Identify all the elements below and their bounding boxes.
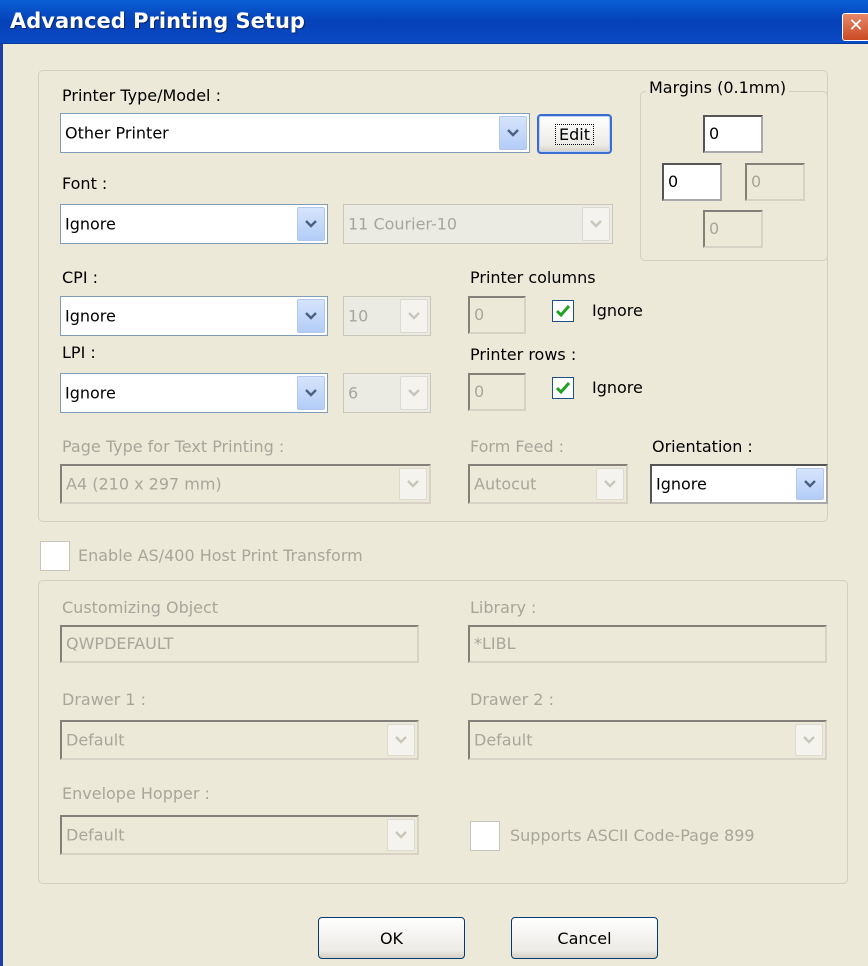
orientation-value: Ignore xyxy=(656,474,707,494)
rows-ignore-checkbox[interactable] xyxy=(552,377,574,399)
drawer1-value: Default xyxy=(66,730,125,750)
cpi-detail-value: 10 xyxy=(348,306,369,326)
form-feed-select: Autocut xyxy=(468,464,628,504)
lpi-detail-value: 6 xyxy=(348,383,359,403)
cpi-select[interactable]: Ignore xyxy=(60,296,328,336)
printer-columns-input: 0 xyxy=(468,296,526,334)
drawer2-select: Default xyxy=(468,720,827,760)
font-detail-value: 11 Courier-10 xyxy=(348,214,458,234)
orientation-select[interactable]: Ignore xyxy=(650,464,828,504)
columns-ignore-checkbox[interactable] xyxy=(552,300,574,322)
library-input: *LIBL xyxy=(468,625,827,663)
enable-as400-label[interactable]: Enable AS/400 Host Print Transform xyxy=(78,546,363,565)
chevron-down-icon xyxy=(596,468,624,500)
drawer2-label: Drawer 2 : xyxy=(470,690,554,709)
envelope-hopper-value: Default xyxy=(66,825,125,845)
form-feed-label: Form Feed : xyxy=(470,437,565,456)
check-icon xyxy=(555,305,571,318)
printer-type-select[interactable]: Other Printer xyxy=(60,113,530,153)
chevron-down-icon xyxy=(582,207,610,241)
drawer1-label: Drawer 1 : xyxy=(62,690,146,709)
ok-button[interactable]: OK xyxy=(318,917,465,959)
drawer2-value: Default xyxy=(474,730,533,750)
form-feed-value: Autocut xyxy=(474,474,537,494)
chevron-down-icon xyxy=(387,724,415,756)
font-label: Font : xyxy=(62,174,108,193)
page-type-label: Page Type for Text Printing : xyxy=(62,437,285,456)
close-icon: ✕ xyxy=(848,15,864,36)
cpi-label: CPI : xyxy=(62,268,99,287)
cancel-button[interactable]: Cancel xyxy=(511,917,658,959)
margin-left-input[interactable]: 0 xyxy=(662,163,722,201)
printer-type-value: Other Printer xyxy=(65,123,169,143)
printer-rows-input: 0 xyxy=(468,373,526,411)
ascii-codepage-checkbox[interactable] xyxy=(470,821,500,851)
chevron-down-icon[interactable] xyxy=(499,116,527,150)
lpi-value: Ignore xyxy=(65,383,116,403)
rows-ignore-label[interactable]: Ignore xyxy=(592,378,643,397)
drawer1-select: Default xyxy=(60,720,419,760)
font-select[interactable]: Ignore xyxy=(60,204,328,244)
chevron-down-icon[interactable] xyxy=(796,468,824,500)
edit-label: Edit xyxy=(555,123,594,145)
enable-as400-checkbox[interactable] xyxy=(40,541,70,571)
cancel-label: Cancel xyxy=(557,928,612,948)
edit-printer-button[interactable]: Edit xyxy=(537,114,612,154)
customizing-object-input: QWPDEFAULT xyxy=(60,625,419,663)
chevron-down-icon xyxy=(795,724,823,756)
library-label: Library : xyxy=(470,598,537,617)
envelope-hopper-label: Envelope Hopper : xyxy=(62,784,210,803)
lpi-label: LPI : xyxy=(62,343,96,362)
cpi-detail-select: 10 xyxy=(343,296,431,336)
page-type-select: A4 (210 x 297 mm) xyxy=(60,464,431,504)
printer-columns-label: Printer columns xyxy=(470,268,596,287)
lpi-detail-select: 6 xyxy=(343,373,431,413)
orientation-label: Orientation : xyxy=(652,437,753,456)
chevron-down-icon[interactable] xyxy=(297,299,325,333)
check-icon xyxy=(555,382,571,395)
window-frame xyxy=(0,44,3,966)
ok-label: OK xyxy=(379,928,404,948)
columns-ignore-label[interactable]: Ignore xyxy=(592,301,643,320)
envelope-hopper-select: Default xyxy=(60,815,419,855)
close-button[interactable]: ✕ xyxy=(842,13,868,41)
chevron-down-icon xyxy=(400,376,428,410)
font-value: Ignore xyxy=(65,214,116,234)
margin-top-input[interactable]: 0 xyxy=(703,115,763,153)
printer-rows-label: Printer rows : xyxy=(470,345,577,364)
chevron-down-icon[interactable] xyxy=(297,207,325,241)
cpi-value: Ignore xyxy=(65,306,116,326)
window-title: Advanced Printing Setup xyxy=(10,9,305,33)
font-detail-select: 11 Courier-10 xyxy=(343,204,613,244)
page-type-value: A4 (210 x 297 mm) xyxy=(66,474,222,494)
chevron-down-icon[interactable] xyxy=(297,376,325,410)
chevron-down-icon xyxy=(400,299,428,333)
customizing-object-label: Customizing Object xyxy=(62,598,219,617)
title-bar: Advanced Printing Setup xyxy=(0,0,868,44)
chevron-down-icon xyxy=(399,468,427,500)
margin-bottom-input: 0 xyxy=(703,210,763,248)
chevron-down-icon xyxy=(387,819,415,851)
ascii-codepage-label[interactable]: Supports ASCII Code-Page 899 xyxy=(510,826,755,845)
margins-legend: Margins (0.1mm) xyxy=(646,78,790,97)
lpi-select[interactable]: Ignore xyxy=(60,373,328,413)
printer-type-label: Printer Type/Model : xyxy=(62,86,221,105)
margin-right-input: 0 xyxy=(745,163,805,201)
